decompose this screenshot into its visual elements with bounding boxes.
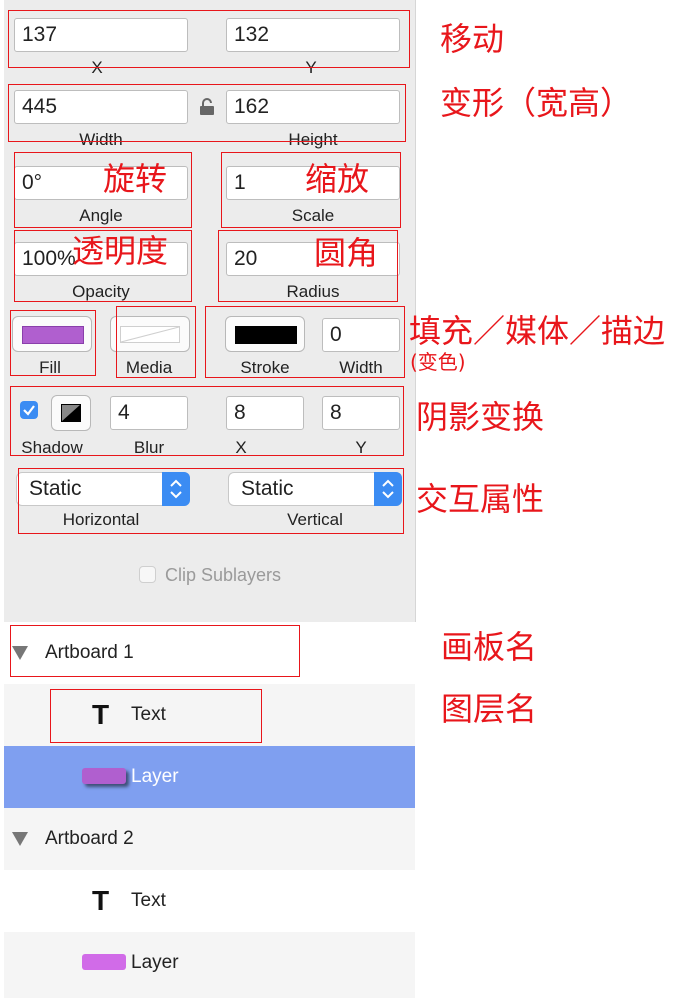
clip-sublayers-label: Clip Sublayers	[165, 565, 282, 585]
x-position-label: X	[91, 58, 103, 77]
shadow-color-swatch	[61, 404, 81, 422]
shadow-y-input[interactable]: 8	[322, 396, 400, 430]
annotation-label-corner: 圆角	[314, 234, 379, 272]
shadow-label: Shadow	[21, 438, 83, 457]
layer-row-artboard-1[interactable]: Artboard 1	[4, 622, 415, 684]
layer-name: Layer	[131, 952, 179, 973]
fill-swatch	[22, 326, 84, 344]
shadow-blur-label: Blur	[133, 438, 165, 457]
scale-label: Scale	[291, 206, 335, 225]
shadow-x-input[interactable]: 8	[226, 396, 304, 430]
layer-row-text-1[interactable]: T Text	[4, 684, 415, 746]
lock-icon[interactable]	[199, 98, 215, 116]
vertical-resizing-select[interactable]: Static	[228, 472, 402, 506]
layer-name: Text	[131, 704, 166, 725]
y-position-label: Y	[305, 58, 317, 77]
layer-name: Text	[131, 890, 166, 911]
artboard-name: Artboard 2	[45, 828, 134, 849]
shadow-color-button[interactable]	[51, 395, 91, 431]
annotation-label-color-change: (变色)	[410, 350, 466, 374]
stroke-width-label: Width	[339, 358, 383, 377]
angle-label: Angle	[79, 206, 123, 225]
chevron-updown-icon	[170, 479, 182, 499]
fill-button[interactable]	[12, 316, 92, 352]
width-input[interactable]: 445	[14, 90, 188, 124]
stroke-button[interactable]	[225, 316, 305, 352]
vertical-label: Vertical	[287, 510, 343, 529]
horizontal-resizing-value: Static	[29, 477, 82, 500]
vertical-resizing-value: Static	[241, 477, 294, 500]
height-input[interactable]: 162	[226, 90, 400, 124]
text-layer-icon: T	[92, 885, 110, 916]
disclosure-triangle-icon	[12, 646, 28, 660]
annotation-label-move: 移动	[440, 20, 505, 58]
layer-row-text-2[interactable]: T Text	[4, 870, 415, 932]
shadow-x-label: X	[235, 438, 247, 457]
annotation-label-interaction: 交互属性	[416, 480, 545, 518]
annotation-label-transform: 变形（宽高）	[440, 84, 633, 122]
layer-name: Layer	[131, 766, 179, 787]
layer-row-layer-1[interactable]: Layer	[4, 746, 415, 808]
annotation-label-opacity: 透明度	[72, 232, 169, 270]
annotation-label-shadow: 阴影变换	[416, 398, 545, 436]
layer-shape-icon	[82, 954, 126, 970]
annotation-label-rotate: 旋转	[103, 160, 168, 198]
opacity-label: Opacity	[72, 282, 130, 301]
layer-row-layer-2[interactable]: Layer	[4, 932, 415, 998]
chevron-updown-icon	[382, 479, 394, 499]
horizontal-resizing-select[interactable]: Static	[16, 472, 190, 506]
shadow-checkbox[interactable]	[20, 401, 38, 419]
fill-label: Fill	[39, 358, 61, 377]
layer-shape-icon	[82, 768, 126, 784]
shadow-blur-input[interactable]: 4	[110, 396, 188, 430]
horizontal-select-stepper	[162, 472, 190, 506]
x-position-input[interactable]: 137	[14, 18, 188, 52]
artboard-name: Artboard 1	[45, 642, 134, 663]
horizontal-label: Horizontal	[62, 510, 140, 529]
annotation-label-layer-name: 图层名	[441, 690, 538, 728]
y-position-input[interactable]: 132	[226, 18, 400, 52]
layer-row-artboard-2[interactable]: Artboard 2	[4, 808, 415, 870]
annotation-label-scale: 缩放	[305, 160, 370, 198]
media-empty-icon	[120, 326, 180, 343]
height-label: Height	[288, 130, 338, 149]
stroke-width-input[interactable]: 0	[322, 318, 400, 352]
shadow-y-label: Y	[355, 438, 367, 457]
clip-sublayers-checkbox[interactable]	[139, 566, 156, 583]
width-label: Width	[79, 130, 123, 149]
stroke-swatch	[235, 326, 297, 344]
annotation-label-artboard-name: 画板名	[441, 628, 538, 666]
media-label: Media	[125, 358, 173, 377]
text-layer-icon: T	[92, 699, 110, 730]
disclosure-triangle-icon	[12, 832, 28, 846]
annotation-label-fill-media-stroke: 填充／媒体／描边	[409, 312, 666, 350]
radius-label: Radius	[286, 282, 340, 301]
vertical-select-stepper	[374, 472, 402, 506]
media-button[interactable]	[110, 316, 190, 352]
stroke-label: Stroke	[240, 358, 290, 377]
